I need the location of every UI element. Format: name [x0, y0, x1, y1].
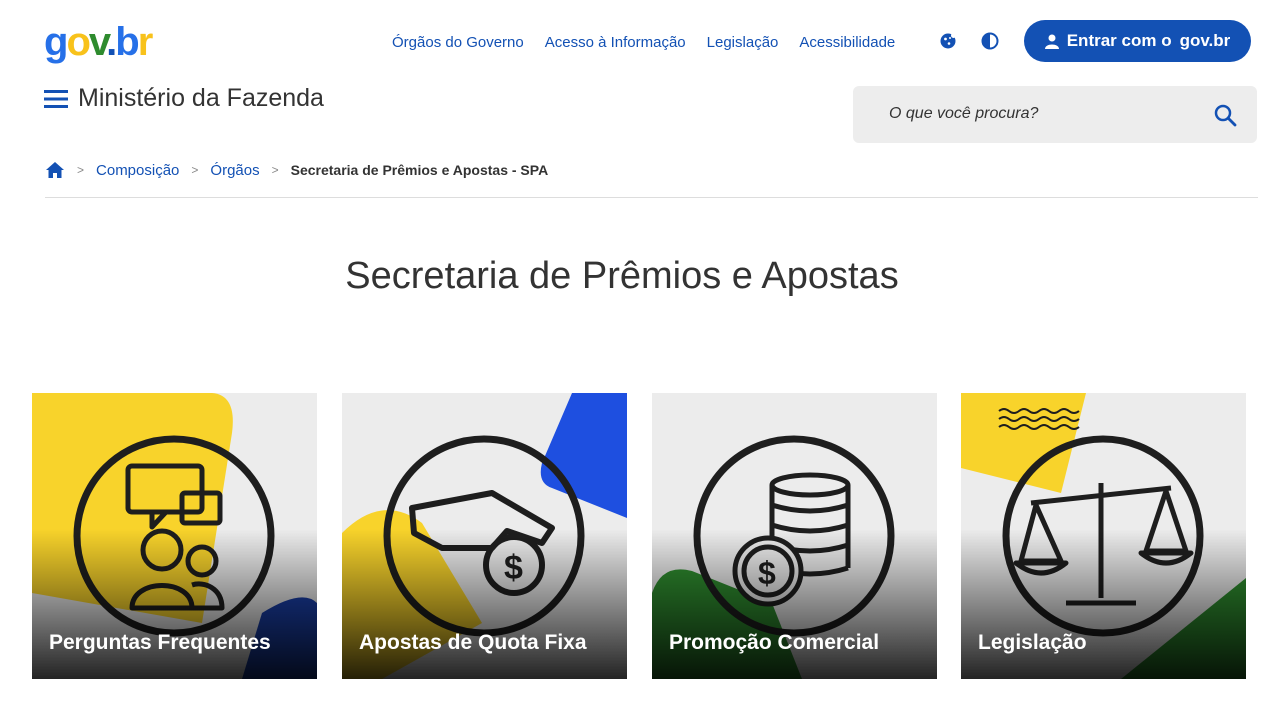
card-apostas-quota-fixa[interactable]: $ Apostas de Quota Fixa — [342, 393, 627, 679]
search-input[interactable] — [887, 104, 1201, 124]
card-label: Apostas de Quota Fixa — [359, 631, 587, 654]
card-promocao-comercial[interactable]: $ Promoção Comercial — [652, 393, 937, 679]
breadcrumb-separator: > — [271, 163, 279, 177]
search-icon[interactable] — [1213, 103, 1237, 127]
nav-link-acessibilidade[interactable]: Acessibilidade — [799, 34, 895, 51]
ministry-title[interactable]: Ministério da Fazenda — [78, 84, 324, 113]
card-label: Promoção Comercial — [669, 631, 880, 654]
home-icon[interactable] — [45, 161, 65, 179]
top-navigation: Órgãos do Governo Acesso à Informação Le… — [392, 34, 916, 51]
breadcrumb-separator: > — [191, 163, 199, 177]
card-shade — [961, 529, 1246, 679]
breadcrumb-orgaos[interactable]: Órgãos — [210, 162, 259, 179]
login-label: Entrar com o — [1066, 31, 1172, 50]
divider — [45, 197, 1258, 198]
card-label: Perguntas Frequentes — [49, 631, 271, 654]
breadcrumb-separator: > — [77, 163, 85, 177]
card-shade — [32, 529, 317, 679]
svg-text:gov.br: gov.br — [44, 20, 153, 64]
card-legislacao[interactable]: Legislação — [961, 393, 1246, 679]
cookie-icon[interactable] — [938, 31, 958, 51]
breadcrumb-current: Secretaria de Prêmios e Apostas - SPA — [290, 162, 549, 178]
user-icon — [1044, 34, 1059, 49]
page-title: Secretaria de Prêmios e Apostas — [345, 255, 899, 297]
card-shade — [342, 529, 627, 679]
contrast-icon[interactable] — [980, 31, 1000, 51]
nav-link-orgaos[interactable]: Órgãos do Governo — [392, 34, 524, 51]
govbr-logo[interactable]: gov.br — [44, 19, 164, 69]
breadcrumb: > Composição > Órgãos > Secretaria de Pr… — [45, 161, 548, 179]
card-shade — [652, 529, 937, 679]
login-govbr-button[interactable]: Entrar com o gov.br — [1024, 20, 1251, 62]
menu-icon[interactable] — [44, 89, 68, 109]
card-label: Legislação — [978, 631, 1087, 654]
card-perguntas-frequentes[interactable]: Perguntas Frequentes — [32, 393, 317, 679]
search-box — [853, 86, 1257, 143]
login-brand: gov.br — [1179, 31, 1231, 50]
nav-link-acesso-informacao[interactable]: Acesso à Informação — [545, 34, 686, 51]
nav-link-legislacao[interactable]: Legislação — [707, 34, 779, 51]
ministry-header: Ministério da Fazenda — [44, 84, 324, 113]
breadcrumb-composicao[interactable]: Composição — [96, 162, 179, 179]
